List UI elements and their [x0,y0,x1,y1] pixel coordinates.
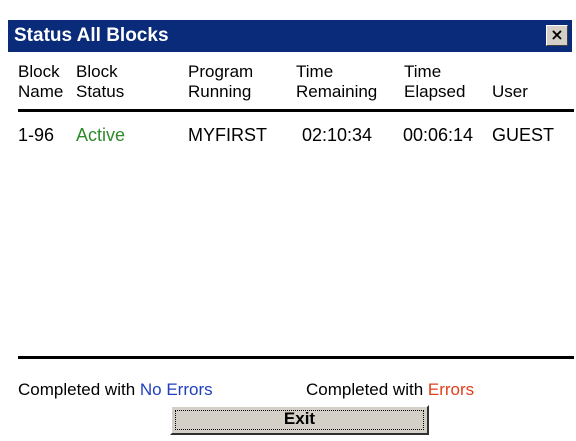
cell-block-name: 1-96 [18,125,55,145]
legend-no-errors: Completed with No Errors [18,380,213,399]
close-icon: × [550,25,564,44]
column-header-time-remaining: Time Remaining [296,62,378,101]
status-all-blocks-window: Status All Blocks × Block Name Block Sta… [8,8,574,436]
column-header-time-elapsed: Time Elapsed [404,62,466,101]
title-bar[interactable]: Status All Blocks × [8,20,572,52]
cell-block-status: Active [76,125,126,145]
legend-errors: Completed with Errors [306,380,475,399]
column-header-block-name: Block Name [18,62,64,101]
footer-divider [18,356,574,359]
column-header-program-running: Program Running [188,62,254,101]
cell-program-running: MYFIRST [188,125,267,145]
column-header-user: User [492,82,528,101]
header-divider [18,109,574,112]
cell-time-elapsed: 00:06:14 [403,125,474,145]
close-button[interactable]: × [546,25,568,46]
cell-user: GUEST [492,125,555,145]
column-header-block-status: Block Status [76,62,125,101]
cell-time-remaining: 02:10:34 [302,125,373,145]
window-title: Status All Blocks [14,25,169,46]
exit-button[interactable]: Exit [170,405,429,435]
